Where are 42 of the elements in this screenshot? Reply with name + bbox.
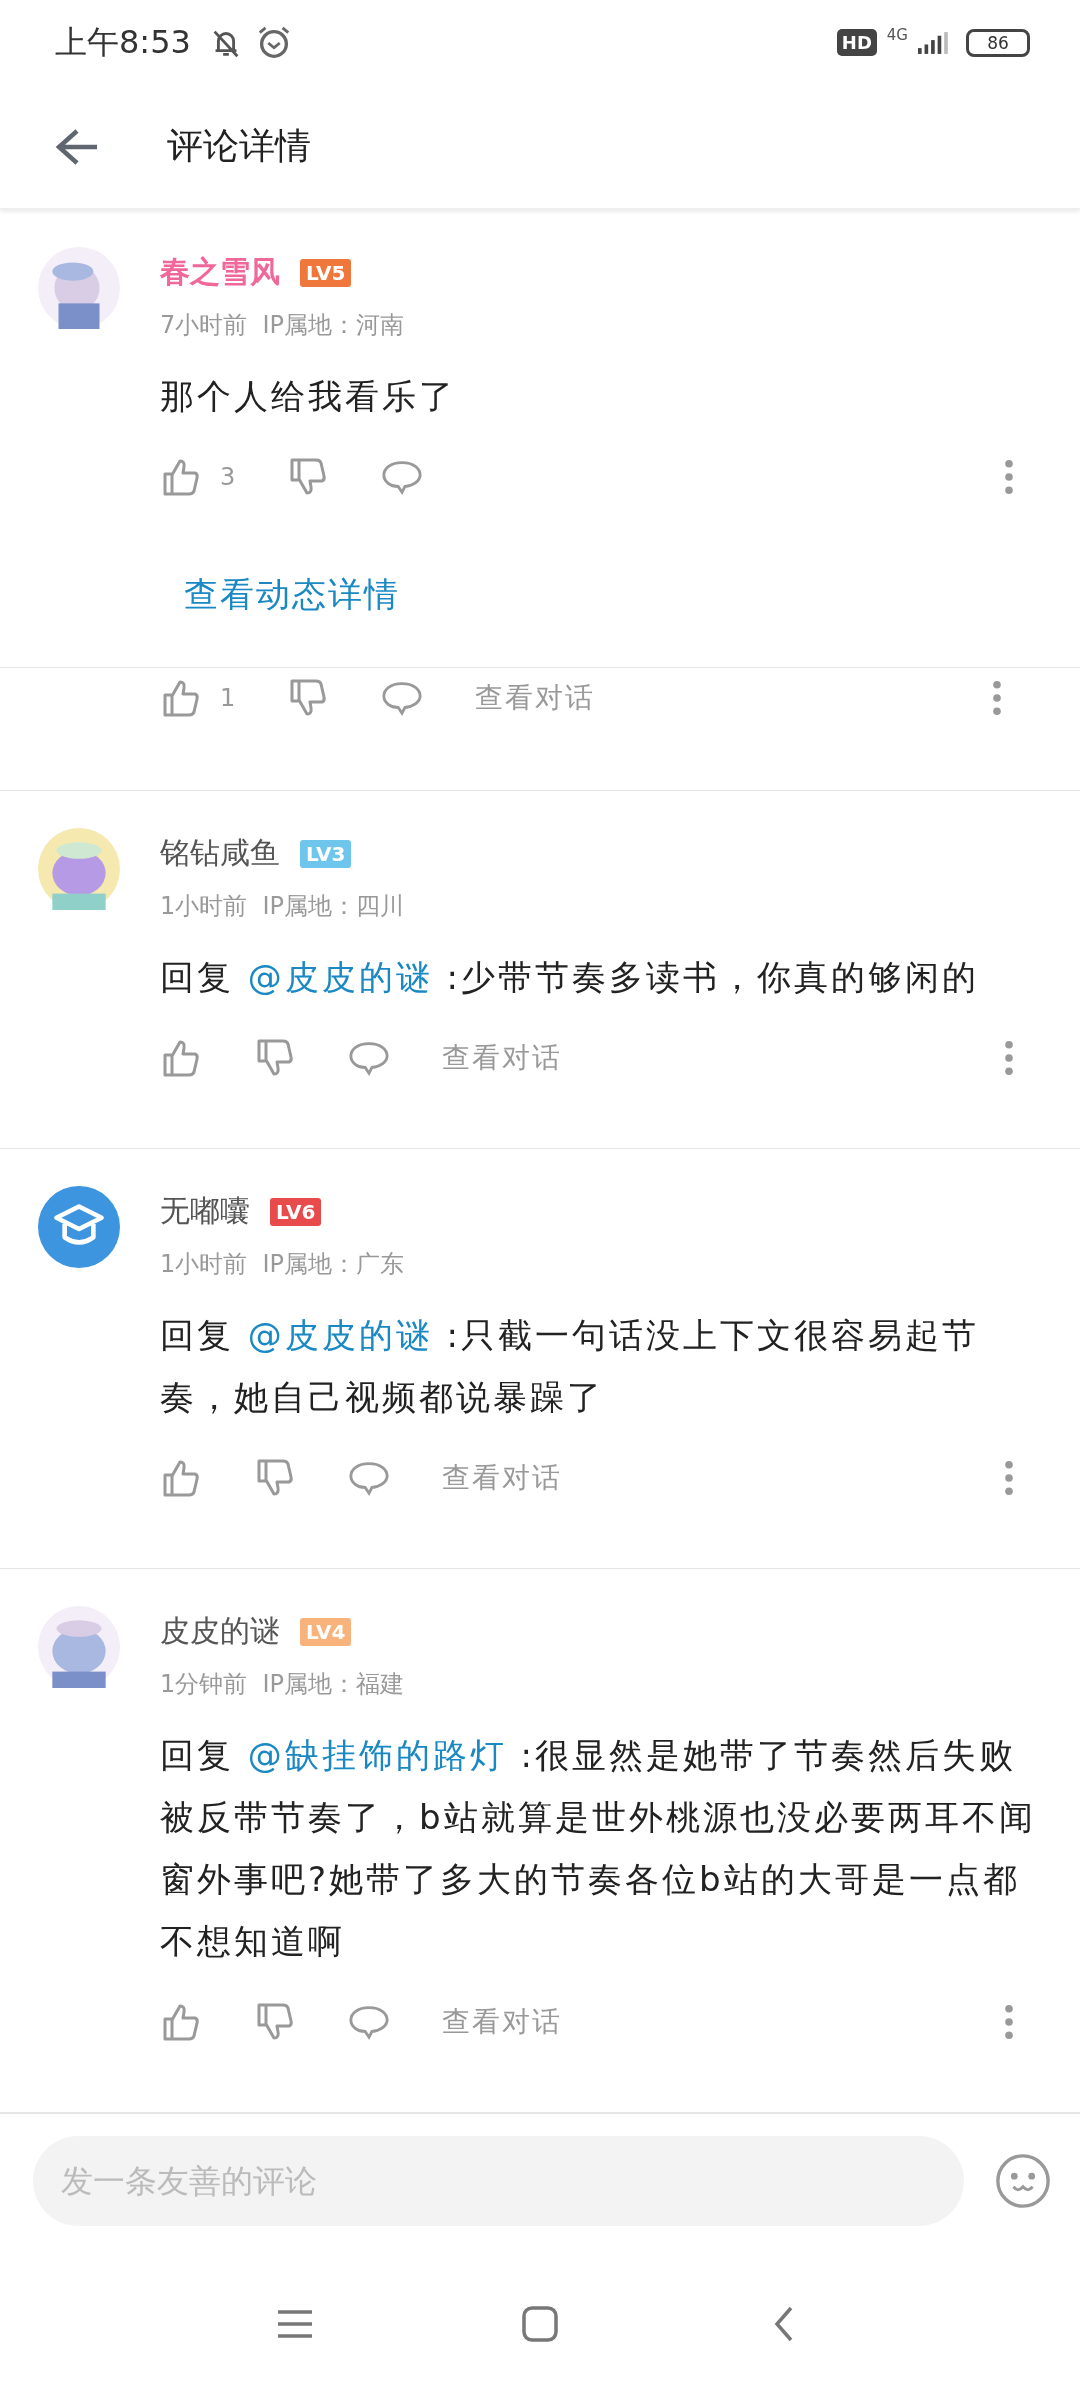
view-dialog-link[interactable]: 查看对话 [442,1038,562,1077]
level-badge: LV5 [300,258,352,287]
battery-indicator: 86 [966,29,1030,57]
more-icon[interactable] [1004,457,1014,496]
home-icon[interactable] [520,2303,560,2344]
comment-text: 那个人给我看乐了 [160,374,457,418]
hd-badge: HD [836,29,877,57]
comment-meta: 1小时前 IP属地：广东 [160,1248,406,1280]
more-icon[interactable] [1004,1038,1014,1077]
user-name[interactable]: 无嘟囔 [160,1191,250,1233]
status-time: 上午8:53 [55,22,191,63]
signal-icon [918,31,950,55]
user-name[interactable]: 铭钻咸鱼 [160,833,280,875]
back-icon[interactable] [55,126,99,167]
view-dialog-link[interactable]: 查看对话 [442,2002,562,2041]
user-name[interactable]: 春之雪风 [160,252,280,294]
more-icon[interactable] [992,678,1002,717]
graduation-cap-avatar-icon [38,1185,120,1268]
user-name[interactable]: 皮皮的谜 [160,1611,280,1653]
more-icon[interactable] [1004,2002,1014,2041]
network-label: 4G [886,26,908,44]
mention-link[interactable]: @皮皮的谜 [247,956,433,997]
view-post-link[interactable]: 查看动态详情 [184,563,400,624]
level-badge: LV4 [300,1617,352,1646]
comment-text: 回复 @皮皮的谜 :只截一句话没上下文很容易起节奏，她自己视频都说暴躁了 [160,1313,981,1419]
level-badge: LV6 [270,1197,322,1226]
comment-meta: 1小时前 IP属地：四川 [160,890,406,922]
level-badge: LV3 [300,839,352,868]
comment-meta: 1分钟前 IP属地：福建 [160,1668,406,1700]
view-dialog-link[interactable]: 查看对话 [475,678,596,717]
mention-link[interactable]: @皮皮的谜 [247,1314,433,1355]
page-title: 评论详情 [167,124,311,169]
mention-link[interactable]: @缺挂饰的路灯 [247,1734,507,1775]
view-dialog-link[interactable]: 查看对话 [442,1458,562,1497]
like-count: 3 [220,462,236,491]
comment-meta: 7小时前 IP属地：河南 [160,309,406,341]
comment-text: 回复 @皮皮的谜 :少带节奏多读书，你真的够闲的 [160,955,981,999]
comment-input[interactable]: 发一条友善的评论 [33,2135,964,2226]
emoji-icon[interactable] [994,2151,1052,2210]
like-count: 1 [220,683,236,712]
comment-text: 回复 @缺挂饰的路灯 :很显然是她带了节奏然后失败被反带节奏了，b站就算是世外桃源也没必要两耳不闻窗外事吧?她带了多大的节奏各位b站的大哥是一点都不想知道啊 [160,1733,1037,1963]
more-icon[interactable] [1004,1458,1014,1497]
